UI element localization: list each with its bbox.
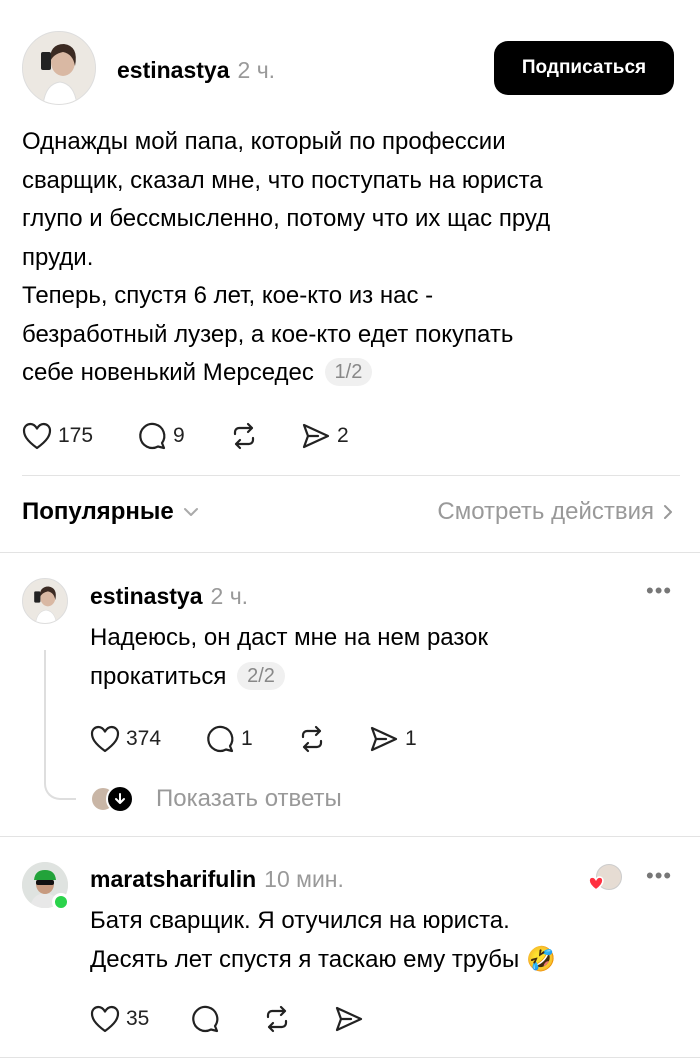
reply-actions: 35	[90, 1004, 394, 1034]
reply-actions: 374 1 1	[90, 724, 449, 754]
reply-text-line: Надеюсь, он даст мне на нем разок	[90, 624, 488, 651]
reply-text-line: Десять лет спустя я таскаю ему трубы 🤣	[90, 941, 690, 980]
heart-filled-icon	[588, 876, 604, 891]
like-button[interactable]: 175	[22, 422, 137, 450]
send-icon	[369, 725, 399, 753]
post-text-line: безработный лузер, а кое-кто едет покупа…	[22, 320, 514, 348]
comment-icon	[137, 421, 167, 451]
username[interactable]: maratsharifulin	[90, 866, 256, 893]
like-button[interactable]: 374	[90, 725, 205, 753]
post-actions: 175 9 2	[22, 421, 381, 451]
online-status-badge	[52, 893, 70, 911]
post-text-line: Теперь, спустя 6 лет, кое-кто из нас -	[22, 282, 434, 309]
reply-count: 1	[241, 727, 253, 750]
chevron-right-icon	[662, 503, 674, 521]
share-button[interactable]	[334, 1005, 394, 1033]
timestamp: 2 ч.	[237, 57, 276, 83]
timestamp: 2 ч.	[210, 583, 249, 609]
repost-icon	[262, 1004, 292, 1034]
divider	[0, 552, 700, 553]
username[interactable]: estinastya	[90, 583, 203, 610]
more-icon[interactable]: •••	[646, 863, 672, 889]
liked-by-author	[588, 864, 624, 894]
activity-label: Смотреть действия	[437, 498, 654, 525]
repost-icon	[297, 724, 327, 754]
reply-text: Надеюсь, он даст мне на нем разок прокат…	[90, 619, 670, 696]
divider	[0, 1057, 700, 1058]
share-count: 1	[405, 727, 417, 750]
post-text: Однажды мой папа, который по профессии с…	[22, 123, 682, 393]
post-text-line: Однажды мой папа, который по профессии	[22, 128, 506, 155]
reply-button[interactable]: 1	[205, 724, 297, 754]
post-text-line: глупо и бессмысленно, потому что их щас …	[22, 205, 551, 232]
sort-label: Популярные	[22, 498, 174, 525]
timestamp: 10 мин.	[264, 866, 344, 892]
comment-icon	[205, 724, 235, 754]
thread-line	[44, 650, 76, 800]
repost-button[interactable]	[229, 421, 301, 451]
reply-text-line-last: Десять лет спустя я таскаю ему трубы	[90, 945, 520, 973]
arrow-down-icon	[106, 785, 134, 813]
reply-count: 9	[173, 424, 185, 447]
post-text-line: сварщик, сказал мне, что поступать на юр…	[22, 166, 543, 194]
replier-avatars	[90, 784, 136, 814]
reply-text: Батя сварщик. Я отучился на юриста. Деся…	[90, 902, 690, 979]
thread-counter-badge: 1/2	[324, 358, 373, 386]
like-button[interactable]: 35	[90, 1005, 190, 1033]
post-text-line: себе новенький Мерседес 1/2	[22, 354, 682, 393]
reply-header: estinastya 2 ч.	[90, 583, 248, 610]
follow-button[interactable]: Подписаться	[494, 41, 674, 95]
username[interactable]: estinastya	[117, 57, 230, 84]
like-count: 175	[58, 424, 94, 447]
post-header: estinastya 2 ч.	[117, 57, 275, 84]
show-replies-button[interactable]: Показать ответы	[90, 784, 342, 814]
divider	[0, 836, 700, 837]
like-count: 374	[126, 727, 162, 750]
view-activity-link[interactable]: Смотреть действия	[437, 498, 674, 526]
post-text-line: пруди.	[22, 243, 94, 271]
heart-icon	[22, 422, 52, 450]
share-button[interactable]: 2	[301, 422, 381, 450]
post-text-line-last: себе новенький Мерседес	[22, 359, 314, 386]
reply-text-line-last: прокатиться	[90, 662, 227, 690]
sort-dropdown[interactable]: Популярные	[22, 498, 200, 526]
comment-icon	[190, 1004, 220, 1034]
emoji: 🤣	[525, 945, 556, 973]
repost-button[interactable]	[297, 724, 369, 754]
chevron-down-icon	[182, 506, 200, 518]
like-count: 35	[126, 1007, 150, 1030]
reply-button[interactable]	[190, 1004, 262, 1034]
thread-counter-badge: 2/2	[237, 661, 285, 690]
reply-button[interactable]: 9	[137, 421, 229, 451]
divider	[22, 475, 680, 476]
reply-text-line: прокатиться 2/2	[90, 658, 670, 697]
reply-text-line: Батя сварщик. Я отучился на юриста.	[90, 907, 510, 934]
avatar[interactable]	[22, 31, 96, 105]
repost-icon	[229, 421, 259, 451]
share-count: 2	[337, 424, 349, 447]
share-button[interactable]: 1	[369, 725, 449, 753]
repost-button[interactable]	[262, 1004, 334, 1034]
avatar[interactable]	[22, 578, 68, 624]
reply-header: maratsharifulin 10 мин.	[90, 866, 344, 893]
heart-icon	[90, 725, 120, 753]
send-icon	[334, 1005, 364, 1033]
heart-icon	[90, 1005, 120, 1033]
send-icon	[301, 422, 331, 450]
show-replies-label: Показать ответы	[156, 785, 342, 812]
more-icon[interactable]: •••	[646, 578, 672, 604]
